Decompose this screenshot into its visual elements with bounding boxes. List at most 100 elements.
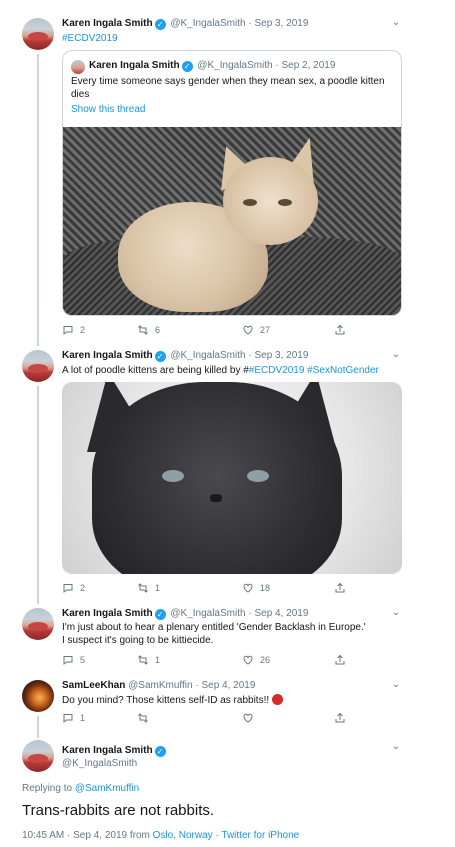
tweet-1[interactable]: Karen Ingala Smith ✓ @K_IngalaSmith · Sep… <box>0 0 455 346</box>
reply-button[interactable]: 2 <box>62 582 85 594</box>
tweet-date[interactable]: Sep 3, 2019 <box>254 18 308 29</box>
tweet-meta: 10:45 AM · Sep 4, 2019 from Oslo, Norway… <box>22 830 299 841</box>
tweet-3[interactable]: Karen Ingala Smith ✓ @K_IngalaSmith · Sep… <box>0 604 455 674</box>
heart-icon <box>243 583 253 593</box>
share-button[interactable] <box>334 324 346 336</box>
reply-count: 2 <box>80 325 86 335</box>
tweet-header: Karen Ingala Smith ✓ @K_IngalaSmith · Sep… <box>62 18 308 30</box>
retweet-button[interactable]: 1 <box>137 582 160 594</box>
avatar[interactable] <box>22 680 54 712</box>
kitten-eye-left <box>162 470 184 482</box>
quoted-author-handle: @K_IngalaSmith <box>197 60 273 71</box>
angry-face-icon <box>271 694 283 705</box>
kitten-nose <box>210 494 222 502</box>
author-handle[interactable]: @K_IngalaSmith <box>170 18 245 29</box>
like-count: 27 <box>260 325 271 335</box>
retweet-count: 6 <box>155 325 161 335</box>
hashtag-link[interactable]: #SexNotGender <box>307 365 379 376</box>
main-tweet-header: Karen Ingala Smith ✓ @K_IngalaSmith <box>62 744 168 770</box>
like-button[interactable]: 27 <box>242 324 270 336</box>
show-thread-link[interactable]: Show this thread <box>71 104 146 115</box>
reply-count: 5 <box>80 655 86 665</box>
kitten-head <box>223 157 318 245</box>
kitten-eye-left <box>243 199 257 206</box>
chevron-down-icon[interactable]: ⌄ <box>392 679 400 690</box>
heart-icon <box>243 655 253 665</box>
share-icon <box>335 654 345 665</box>
author-name[interactable]: Karen Ingala Smith <box>62 745 153 756</box>
replying-to: Replying to @SamKmuffin <box>22 783 139 794</box>
chevron-down-icon[interactable]: ⌄ <box>392 349 400 360</box>
location-link[interactable]: Oslo, Norway <box>153 830 213 841</box>
share-icon <box>335 582 345 593</box>
tweet-actions: 1 <box>62 712 362 726</box>
tweet-text-plain: A lot of poodle kittens are being killed… <box>62 365 249 376</box>
author-name[interactable]: Karen Ingala Smith <box>62 18 153 29</box>
tweet-text-line: I suspect it's going to be kittiecide. <box>62 635 214 646</box>
author-name[interactable]: Karen Ingala Smith <box>62 608 153 619</box>
kitten-photo-black[interactable] <box>62 382 402 574</box>
retweet-icon <box>138 655 148 665</box>
reply-button[interactable]: 5 <box>62 654 85 666</box>
like-button[interactable]: 18 <box>242 582 270 594</box>
avatar[interactable] <box>22 740 54 772</box>
retweet-icon <box>138 713 148 723</box>
share-icon <box>335 712 345 723</box>
avatar[interactable] <box>22 350 54 382</box>
reply-icon <box>63 326 73 336</box>
avatar[interactable] <box>22 608 54 640</box>
retweet-icon <box>138 325 148 335</box>
replying-to-label: Replying to <box>22 783 73 794</box>
like-button[interactable] <box>242 712 260 724</box>
chevron-down-icon[interactable]: ⌄ <box>392 607 400 618</box>
source-link[interactable]: Twitter for iPhone <box>221 830 299 841</box>
retweet-button[interactable]: 6 <box>137 324 160 336</box>
tweet-4[interactable]: SamLeeKhan @SamKmuffin · Sep 4, 2019 ⌄ D… <box>0 676 455 738</box>
verified-badge-icon: ✓ <box>154 351 166 362</box>
avatar[interactable] <box>22 18 54 50</box>
tweet-text: A lot of poodle kittens are being killed… <box>62 364 402 377</box>
author-handle[interactable]: @K_IngalaSmith <box>62 757 168 770</box>
retweet-count: 1 <box>155 583 161 593</box>
share-icon <box>335 324 345 335</box>
retweet-button[interactable] <box>137 712 155 724</box>
reply-button[interactable]: 1 <box>62 712 85 724</box>
author-name[interactable]: SamLeeKhan <box>62 680 125 691</box>
hashtag-link[interactable]: #ECDV2019 <box>249 365 305 376</box>
kitten-photo-cream[interactable] <box>63 127 401 315</box>
quoted-tweet[interactable]: Karen Ingala Smith ✓ @K_IngalaSmith · Sep… <box>62 50 402 316</box>
quoted-avatar <box>71 60 85 74</box>
thread-line <box>37 716 39 738</box>
tweet-text-line: I'm just about to hear a plenary entitle… <box>62 622 366 633</box>
tweet-text: #ECDV2019 <box>62 32 402 45</box>
share-button[interactable] <box>334 712 346 724</box>
separator-dot: · <box>275 60 279 71</box>
reply-icon <box>63 714 73 724</box>
retweet-button[interactable]: 1 <box>137 654 160 666</box>
tweet-date[interactable]: Sep 4, 2019 <box>201 680 255 691</box>
main-tweet-text: Trans-rabbits are not rabbits. <box>22 802 215 819</box>
chevron-down-icon[interactable]: ⌄ <box>392 741 400 752</box>
chevron-down-icon[interactable]: ⌄ <box>392 17 400 28</box>
separator-dot: · <box>248 18 252 29</box>
tweet-text: I'm just about to hear a plenary entitle… <box>62 621 407 647</box>
tweet-date[interactable]: Sep 3, 2019 <box>254 350 308 361</box>
reply-button[interactable]: 2 <box>62 324 85 336</box>
tweet-date[interactable]: Sep 4, 2019 <box>254 608 308 619</box>
heart-icon <box>243 713 253 723</box>
author-handle[interactable]: @K_IngalaSmith <box>170 608 245 619</box>
kitten-eye-right <box>247 470 269 482</box>
reply-count: 1 <box>80 713 86 723</box>
like-button[interactable]: 26 <box>242 654 270 666</box>
author-handle[interactable]: @SamKmuffin <box>128 680 192 691</box>
replying-to-handle[interactable]: @SamKmuffin <box>75 783 139 794</box>
hashtag-link[interactable]: #ECDV2019 <box>62 33 118 44</box>
quoted-author-name: Karen Ingala Smith <box>89 60 180 71</box>
share-button[interactable] <box>334 654 346 666</box>
verified-badge-icon: ✓ <box>181 61 193 72</box>
share-button[interactable] <box>334 582 346 594</box>
author-handle[interactable]: @K_IngalaSmith <box>170 350 245 361</box>
verified-badge-icon: ✓ <box>154 746 166 757</box>
tweet-timestamp[interactable]: 10:45 AM · Sep 4, 2019 from <box>22 830 150 841</box>
author-name[interactable]: Karen Ingala Smith <box>62 350 153 361</box>
